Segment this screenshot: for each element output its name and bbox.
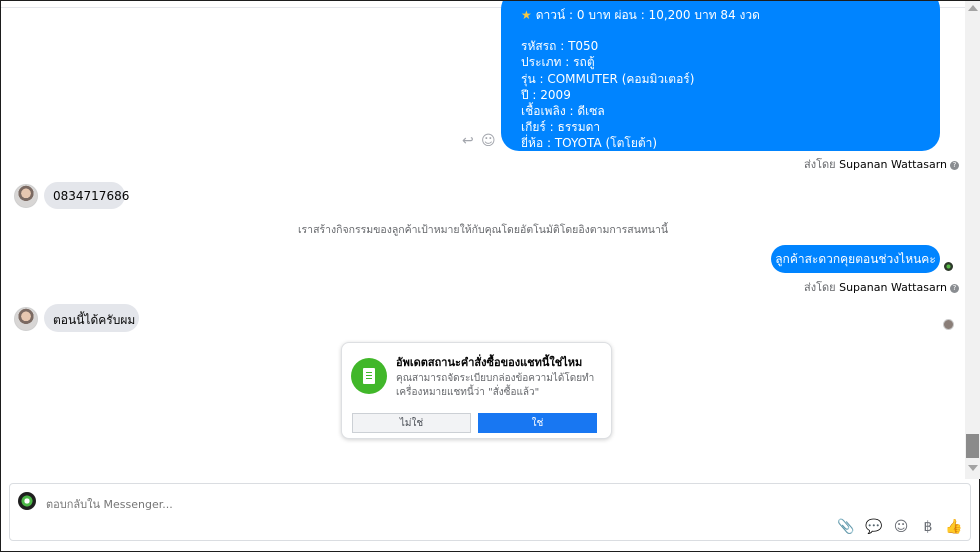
message-actions: ↩ ☺ <box>462 133 496 150</box>
incoming-phone-message[interactable]: 0834717686 <box>44 182 129 209</box>
smile-icon[interactable]: ☺ <box>891 519 911 537</box>
confirm-button[interactable]: ใช่ <box>478 413 597 433</box>
thumbs-up-icon[interactable]: 👍 <box>944 519 964 537</box>
reply-icon[interactable]: ↩ <box>462 133 474 149</box>
smile-icon[interactable]: ☺ <box>481 133 496 149</box>
vehicle-type: ประเภท : รถตู้ <box>521 55 595 70</box>
reply-input[interactable] <box>46 496 746 512</box>
composer-tools: 📎 💬 ☺ ฿ 👍 <box>836 519 968 537</box>
automatic-activity-note: เราสร้างกิจกรรมของลูกค้าเป้าหมายให้กับคุ… <box>297 224 669 236</box>
vehicle-fuel: เชื้อเพลิง : ดีเซล <box>521 104 605 119</box>
conversation-pane[interactable]: ★ ดาวน์ : 0 บาท ผ่อน : 10,200 บาท 84 งวด … <box>1 1 965 479</box>
currency-button[interactable]: ฿ <box>918 519 938 537</box>
chat-bubble-icon[interactable]: 💬 <box>864 519 884 537</box>
vehicle-brand: ยี่ห้อ : TOYOTA (โตโยต้า) <box>521 136 658 151</box>
help-icon[interactable]: ? <box>950 283 960 293</box>
sent-by-label: ส่งโดย Supanan Wattasarn? <box>804 155 960 173</box>
page-avatar <box>18 492 36 510</box>
outgoing-question-message[interactable]: ลูกค้าสะดวกคุยตอนช่วงไหนคะ <box>771 245 940 273</box>
sender-name: Supanan Wattasarn <box>839 158 948 171</box>
incoming-reply-message[interactable]: ตอนนี้ได้ครับผม <box>44 304 139 332</box>
star-icon: ★ <box>521 8 532 22</box>
seen-avatar <box>943 319 954 330</box>
sender-name: Supanan Wattasarn <box>839 281 948 294</box>
sent-by-label: ส่งโดย Supanan Wattasarn? <box>804 278 960 296</box>
conversation-scrollbar[interactable] <box>965 1 980 479</box>
order-icon <box>351 358 387 394</box>
read-status-icon <box>944 262 953 271</box>
help-icon[interactable]: ? <box>950 160 960 170</box>
customer-avatar[interactable] <box>14 184 38 208</box>
prompt-description: คุณสามารถจัดระเบียบกล่องข้อความได้โดยทำเ… <box>396 373 595 398</box>
decline-button[interactable]: ไม่ใช่ <box>352 413 471 433</box>
vehicle-code: รหัสรถ : T050 <box>521 39 599 54</box>
paperclip-icon[interactable]: 📎 <box>836 519 856 537</box>
customer-avatar[interactable] <box>14 307 38 331</box>
vehicle-gear: เกียร์ : ธรรมดา <box>521 120 601 135</box>
message-line: ★ ดาวน์ : 0 บาท ผ่อน : 10,200 บาท 84 งวด <box>521 8 760 22</box>
scroll-down-icon[interactable] <box>968 465 978 471</box>
scroll-up-icon[interactable] <box>968 5 978 11</box>
vehicle-year: ปี : 2009 <box>521 87 571 102</box>
sent-vehicle-message[interactable]: ★ ดาวน์ : 0 บาท ผ่อน : 10,200 บาท 84 งวด … <box>501 1 940 151</box>
document-icon <box>363 368 375 384</box>
order-status-prompt: อัพเดตสถานะคำสั่งซื้อของแชทนี้ใช่ไหม คุณ… <box>341 342 612 439</box>
message-composer[interactable]: 📎 💬 ☺ ฿ 👍 <box>9 483 971 541</box>
prompt-title: อัพเดตสถานะคำสั่งซื้อของแชทนี้ใช่ไหม <box>396 356 583 369</box>
vehicle-model: รุ่น : COMMUTER (คอมมิวเตอร์) <box>521 71 695 86</box>
scroll-thumb[interactable] <box>966 434 979 458</box>
